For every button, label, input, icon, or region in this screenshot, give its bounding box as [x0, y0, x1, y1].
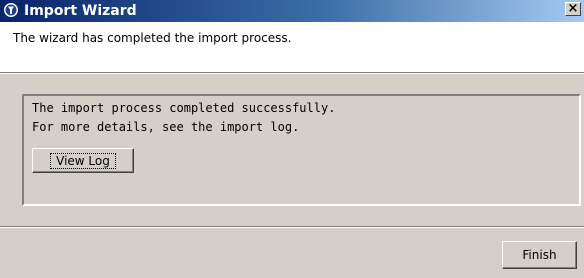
- wizard-app-icon: [3, 2, 19, 18]
- close-icon: ×: [567, 1, 579, 16]
- wizard-header: [0, 22, 584, 72]
- result-line-2: For more details, see the import log.: [32, 120, 300, 134]
- footer-divider: [0, 226, 584, 228]
- import-wizard-window: Import Wizard × The wizard has completed…: [0, 0, 584, 278]
- close-button[interactable]: ×: [565, 2, 581, 16]
- result-line-1: The import process completed successfull…: [32, 101, 336, 115]
- result-panel: The import process completed successfull…: [22, 94, 581, 206]
- view-log-button[interactable]: View Log: [32, 148, 134, 173]
- result-message: The import process completed successfull…: [32, 99, 335, 137]
- wizard-description: The wizard has completed the import proc…: [13, 31, 292, 45]
- view-log-label: View Log: [50, 152, 116, 169]
- finish-button[interactable]: Finish: [502, 241, 577, 269]
- header-divider: [0, 72, 584, 74]
- window-title: Import Wizard: [24, 3, 137, 19]
- title-bar[interactable]: Import Wizard ×: [0, 0, 584, 22]
